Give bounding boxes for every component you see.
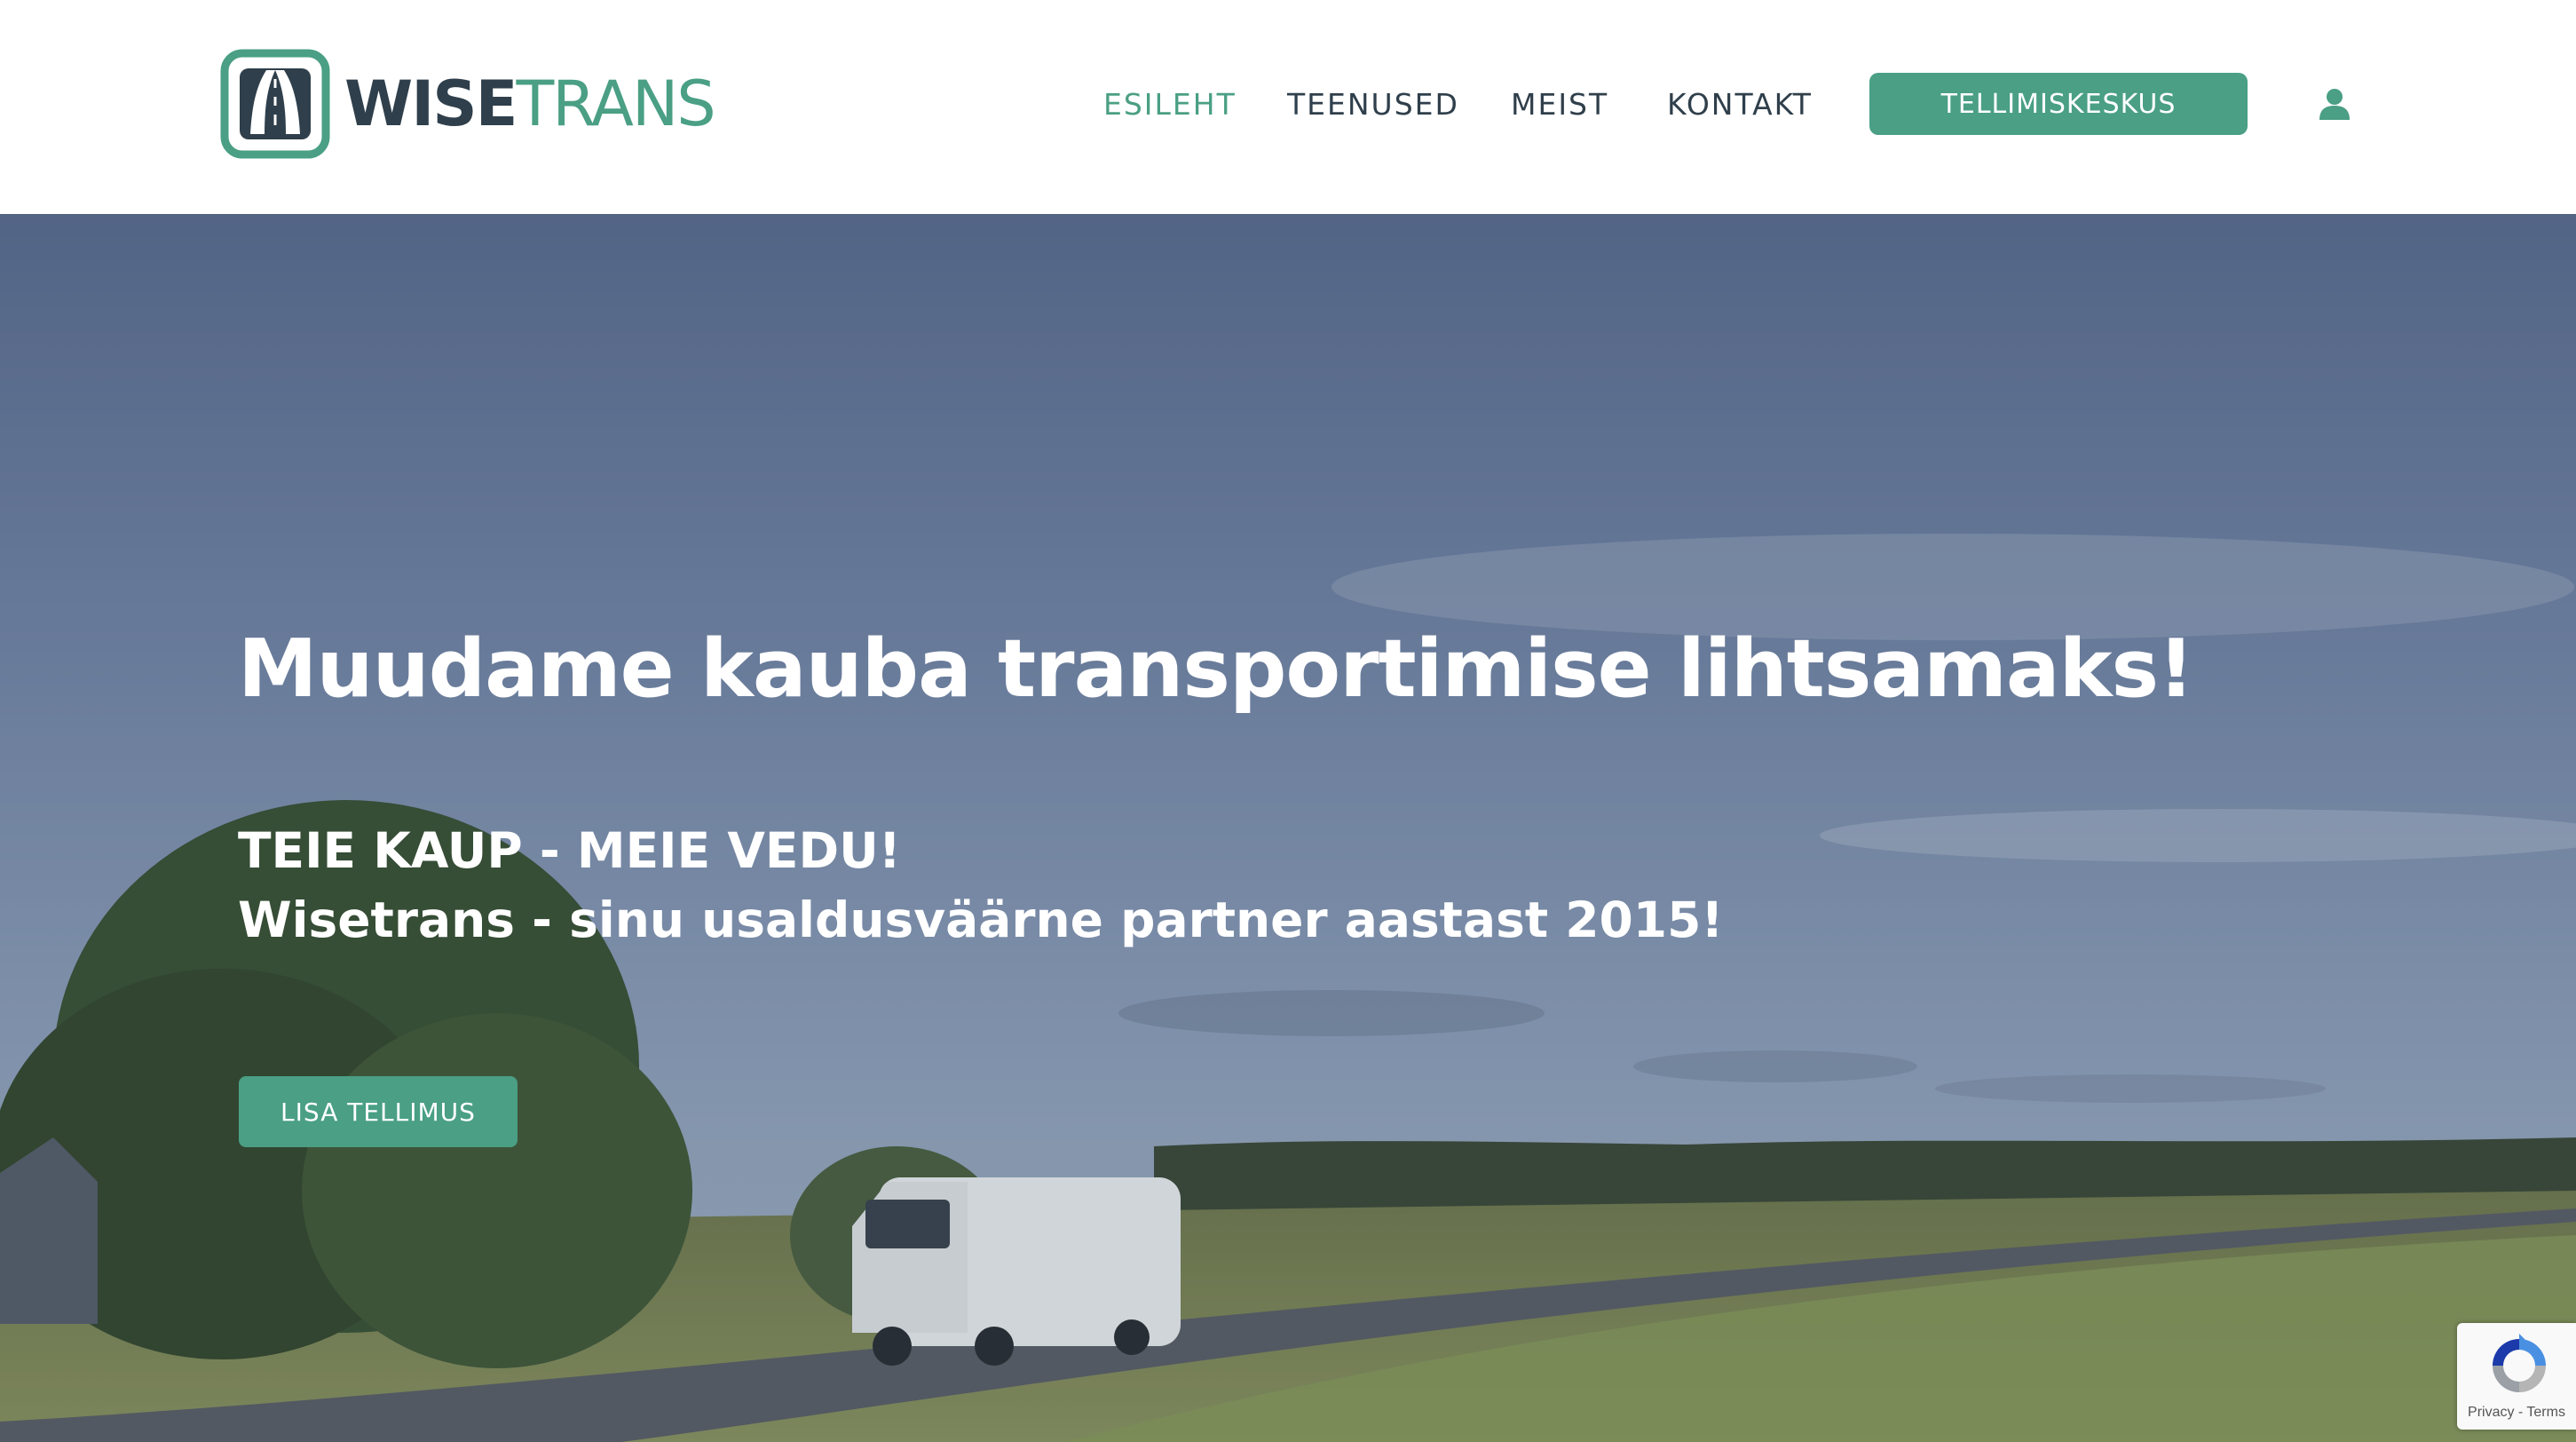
recaptcha-separator: -	[2514, 1405, 2527, 1420]
add-order-button[interactable]: LISA TELLIMUS	[239, 1076, 518, 1147]
nav-item-kontakt[interactable]: KONTAKT	[1667, 85, 1813, 124]
recaptcha-privacy-link[interactable]: Privacy	[2468, 1405, 2514, 1420]
hero-tagline: TEIE KAUP - MEIE VEDU! Wisetrans - sinu …	[238, 816, 1723, 955]
recaptcha-icon	[2493, 1334, 2546, 1392]
hero-section: Muudame kauba transportimise lihtsamaks!…	[0, 214, 2576, 1442]
site-header: WISETRANS ESILEHT TEENUSED MEIST KONTAKT…	[0, 0, 2576, 214]
order-center-button[interactable]: TELLIMISKESKUS	[1869, 73, 2248, 135]
nav-item-esileht[interactable]: ESILEHT	[1103, 85, 1237, 124]
hero-tagline-line2: Wisetrans - sinu usaldusväärne partner a…	[238, 891, 1724, 948]
nav-item-meist[interactable]: MEIST	[1511, 85, 1608, 124]
hero-tagline-line1: TEIE KAUP - MEIE VEDU!	[238, 822, 901, 879]
user-icon[interactable]	[2317, 86, 2352, 122]
recaptcha-terms-link[interactable]: Terms	[2526, 1405, 2565, 1420]
hero-title: Muudame kauba transportimise lihtsamaks!	[238, 622, 2194, 716]
nav-item-teenused[interactable]: TEENUSED	[1287, 85, 1459, 124]
recaptcha-badge[interactable]: Privacy - Terms	[2457, 1323, 2576, 1430]
recaptcha-links: Privacy - Terms	[2457, 1405, 2576, 1421]
